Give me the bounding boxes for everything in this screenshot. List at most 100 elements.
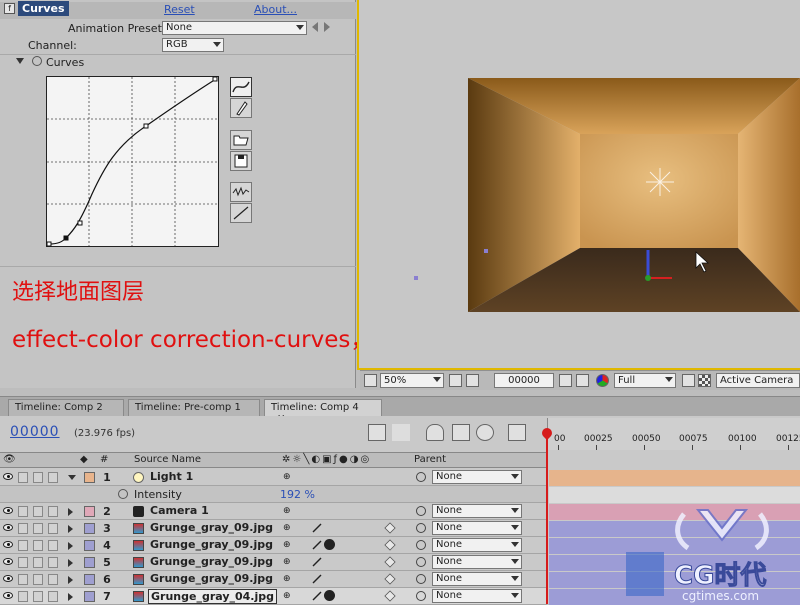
audio-toggle[interactable] xyxy=(18,540,28,551)
always-preview-icon[interactable] xyxy=(364,374,377,387)
expand-arrow-icon[interactable] xyxy=(68,525,73,533)
label-color-swatch[interactable] xyxy=(84,472,95,483)
layer-name[interactable]: Camera 1 xyxy=(148,504,211,517)
presets-dropdown[interactable]: None xyxy=(162,21,307,35)
shy-switch-icon[interactable]: ⊕ xyxy=(283,540,291,550)
3d-layer-icon[interactable] xyxy=(384,522,396,534)
layer-row[interactable]: 3 Grunge_gray_09.jpg ⊕ None xyxy=(0,520,547,537)
expand-arrow-icon[interactable] xyxy=(68,559,73,567)
pick-whip-icon[interactable] xyxy=(416,557,426,567)
3d-layer-icon[interactable] xyxy=(384,573,396,585)
solo-toggle[interactable] xyxy=(33,591,43,602)
draft-3d-icon[interactable] xyxy=(426,424,444,441)
3d-layer-icon[interactable] xyxy=(384,590,396,602)
lock-toggle[interactable] xyxy=(48,506,58,517)
parent-dropdown[interactable]: None xyxy=(432,521,522,535)
grid-icon[interactable] xyxy=(449,374,462,387)
expand-arrow-icon[interactable] xyxy=(68,576,73,584)
region-of-interest-icon[interactable] xyxy=(682,374,695,387)
fx-toggle-icon[interactable]: f xyxy=(4,3,15,14)
show-snapshot-icon[interactable] xyxy=(576,374,589,387)
layer-name[interactable]: Grunge_gray_04.jpg xyxy=(148,589,278,604)
composition-frame[interactable] xyxy=(468,78,800,312)
audio-toggle[interactable] xyxy=(18,557,28,568)
label-color-swatch[interactable] xyxy=(84,591,95,602)
lock-toggle[interactable] xyxy=(48,591,58,602)
reset-link[interactable]: Reset xyxy=(164,3,195,16)
intensity-property-row[interactable]: Intensity 192 % xyxy=(0,486,547,503)
3d-layer-icon[interactable] xyxy=(384,556,396,568)
stopwatch-icon[interactable] xyxy=(118,489,128,499)
audio-toggle[interactable] xyxy=(18,574,28,585)
label-color-swatch[interactable] xyxy=(84,574,95,585)
timeline-timecode[interactable]: 00000 xyxy=(10,424,60,440)
lock-toggle[interactable] xyxy=(48,557,58,568)
tab-comp-2[interactable]: Timeline: Comp 2 xyxy=(8,399,124,417)
lock-toggle[interactable] xyxy=(48,523,58,534)
pencil-tool-button[interactable] xyxy=(230,98,252,118)
3d-layer-icon[interactable] xyxy=(384,539,396,551)
layer-duration-bar[interactable] xyxy=(549,470,800,486)
channel-color-icon[interactable] xyxy=(596,374,609,387)
save-button[interactable] xyxy=(230,151,252,171)
curves-expand-icon[interactable] xyxy=(16,58,24,64)
prev-preset-icon[interactable] xyxy=(312,22,318,32)
transparency-grid-icon[interactable] xyxy=(698,374,711,387)
graph-editor-icon[interactable] xyxy=(508,424,526,441)
lock-toggle[interactable] xyxy=(48,540,58,551)
pick-whip-icon[interactable] xyxy=(416,540,426,550)
solo-toggle[interactable] xyxy=(33,574,43,585)
parent-dropdown[interactable]: None xyxy=(432,538,522,552)
shy-switch-icon[interactable]: ⊕ xyxy=(283,472,291,482)
motion-blur-icon[interactable] xyxy=(476,424,494,441)
audio-toggle[interactable] xyxy=(18,506,28,517)
intensity-value[interactable]: 192 % xyxy=(280,488,315,501)
visibility-eye-icon[interactable] xyxy=(3,558,13,565)
shy-switch-icon[interactable]: ⊕ xyxy=(283,557,291,567)
parent-dropdown[interactable]: None xyxy=(432,572,522,586)
layer-row[interactable]: 4 Grunge_gray_09.jpg ⊕ None xyxy=(0,537,547,554)
pick-whip-icon[interactable] xyxy=(416,523,426,533)
next-preset-icon[interactable] xyxy=(324,22,330,32)
layer-name[interactable]: Grunge_gray_09.jpg xyxy=(148,555,275,568)
expand-arrow-icon[interactable] xyxy=(68,593,73,601)
playhead[interactable] xyxy=(546,430,548,604)
open-button[interactable] xyxy=(230,130,252,150)
layer-name[interactable]: Grunge_gray_09.jpg xyxy=(148,521,275,534)
curve-tool-button[interactable] xyxy=(230,77,252,97)
source-name-column-header[interactable]: Source Name xyxy=(134,454,201,465)
time-ruler[interactable]: 00 00025 00050 00075 00100 00125 xyxy=(547,418,800,450)
effect-title[interactable]: Curves xyxy=(18,1,69,16)
layer-row[interactable]: 6 Grunge_gray_09.jpg ⊕ None xyxy=(0,571,547,588)
snapshot-icon[interactable] xyxy=(559,374,572,387)
quality-switch-icon[interactable] xyxy=(312,591,322,601)
layer-row[interactable]: 5 Grunge_gray_09.jpg ⊕ None xyxy=(0,554,547,571)
visibility-eye-icon[interactable] xyxy=(3,592,13,599)
solo-toggle[interactable] xyxy=(33,523,43,534)
solo-toggle[interactable] xyxy=(33,540,43,551)
visibility-eye-icon[interactable] xyxy=(3,524,13,531)
lock-toggle[interactable] xyxy=(48,574,58,585)
parent-dropdown[interactable]: None xyxy=(432,470,522,484)
pick-whip-icon[interactable] xyxy=(416,591,426,601)
layer-row[interactable]: 2 Camera 1 ⊕ None xyxy=(0,503,547,520)
label-color-swatch[interactable] xyxy=(84,506,95,517)
audio-toggle[interactable] xyxy=(18,472,28,483)
quality-switch-icon[interactable] xyxy=(312,557,322,567)
zoom-dropdown[interactable]: 50% xyxy=(380,373,444,388)
stopwatch-icon[interactable] xyxy=(32,56,42,66)
channel-dropdown[interactable]: RGB xyxy=(162,38,224,52)
layer-row[interactable]: 1 Light 1 ⊕ None xyxy=(0,469,547,486)
visibility-eye-icon[interactable] xyxy=(3,575,13,582)
effect-switch-icon[interactable] xyxy=(324,539,335,550)
solo-toggle[interactable] xyxy=(33,557,43,568)
quality-switch-icon[interactable] xyxy=(312,574,322,584)
shy-switch-icon[interactable]: ⊕ xyxy=(283,574,291,584)
parent-dropdown[interactable]: None xyxy=(432,504,522,518)
comp-mini-flowchart-icon[interactable] xyxy=(368,424,386,441)
label-color-swatch[interactable] xyxy=(84,540,95,551)
audio-toggle[interactable] xyxy=(18,591,28,602)
about-link[interactable]: About... xyxy=(254,3,297,16)
parent-dropdown[interactable]: None xyxy=(432,589,522,603)
expand-arrow-icon[interactable] xyxy=(68,542,73,550)
